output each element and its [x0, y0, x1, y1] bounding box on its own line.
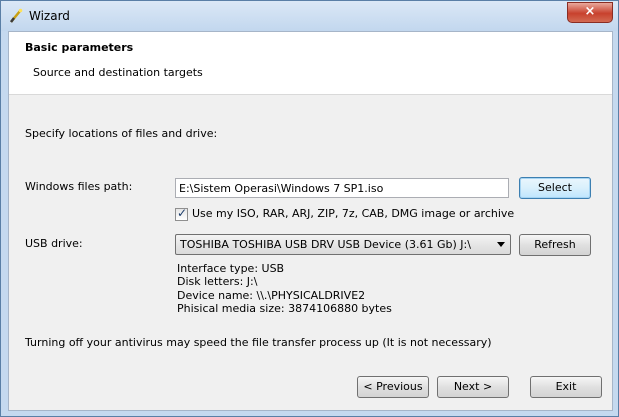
wand-icon: [8, 8, 24, 24]
previous-button[interactable]: < Previous: [357, 376, 429, 398]
instructions-text: Specify locations of files and drive:: [25, 127, 218, 140]
refresh-button[interactable]: Refresh: [519, 234, 591, 256]
interface-type-text: Interface type: USB: [177, 262, 285, 275]
exit-button[interactable]: Exit: [530, 376, 602, 398]
select-button[interactable]: Select: [519, 177, 591, 199]
wizard-client-area: Basic parameters Source and destination …: [8, 31, 613, 411]
archive-checkbox[interactable]: ✓: [175, 206, 188, 221]
page-title: Basic parameters: [25, 41, 134, 54]
antivirus-note: Turning off your antivirus may speed the…: [25, 336, 492, 349]
checkmark-icon: ✓: [177, 206, 188, 220]
title-bar[interactable]: Wizard ×: [1, 1, 618, 31]
usb-drive-select[interactable]: TOSHIBA TOSHIBA USB DRV USB Device (3.61…: [175, 234, 511, 255]
usb-drive-selected-value: TOSHIBA TOSHIBA USB DRV USB Device (3.61…: [180, 238, 471, 251]
device-name-text: Device name: \\.\PHYSICALDRIVE2: [177, 289, 366, 302]
page-subtitle: Source and destination targets: [33, 66, 203, 79]
close-icon: ×: [584, 4, 596, 19]
archive-checkbox-label[interactable]: Use my ISO, RAR, ARJ, ZIP, 7z, CAB, DMG …: [192, 207, 514, 220]
next-button[interactable]: Next >: [437, 376, 509, 398]
usb-drive-label: USB drive:: [25, 237, 83, 250]
media-size-text: Phisical media size: 3874106880 bytes: [177, 302, 392, 315]
windows-files-label: Windows files path:: [25, 180, 133, 193]
chevron-down-icon[interactable]: [497, 242, 505, 247]
windows-files-path-input[interactable]: E:\Sistem Operasi\Windows 7 SP1.iso: [175, 178, 509, 198]
wizard-window: Wizard × Basic parameters Source and des…: [0, 0, 619, 417]
close-button[interactable]: ×: [567, 2, 613, 23]
disk-letters-text: Disk letters: J:\: [177, 275, 258, 288]
header-panel: Basic parameters Source and destination …: [9, 32, 612, 95]
window-title: Wizard: [29, 9, 70, 23]
